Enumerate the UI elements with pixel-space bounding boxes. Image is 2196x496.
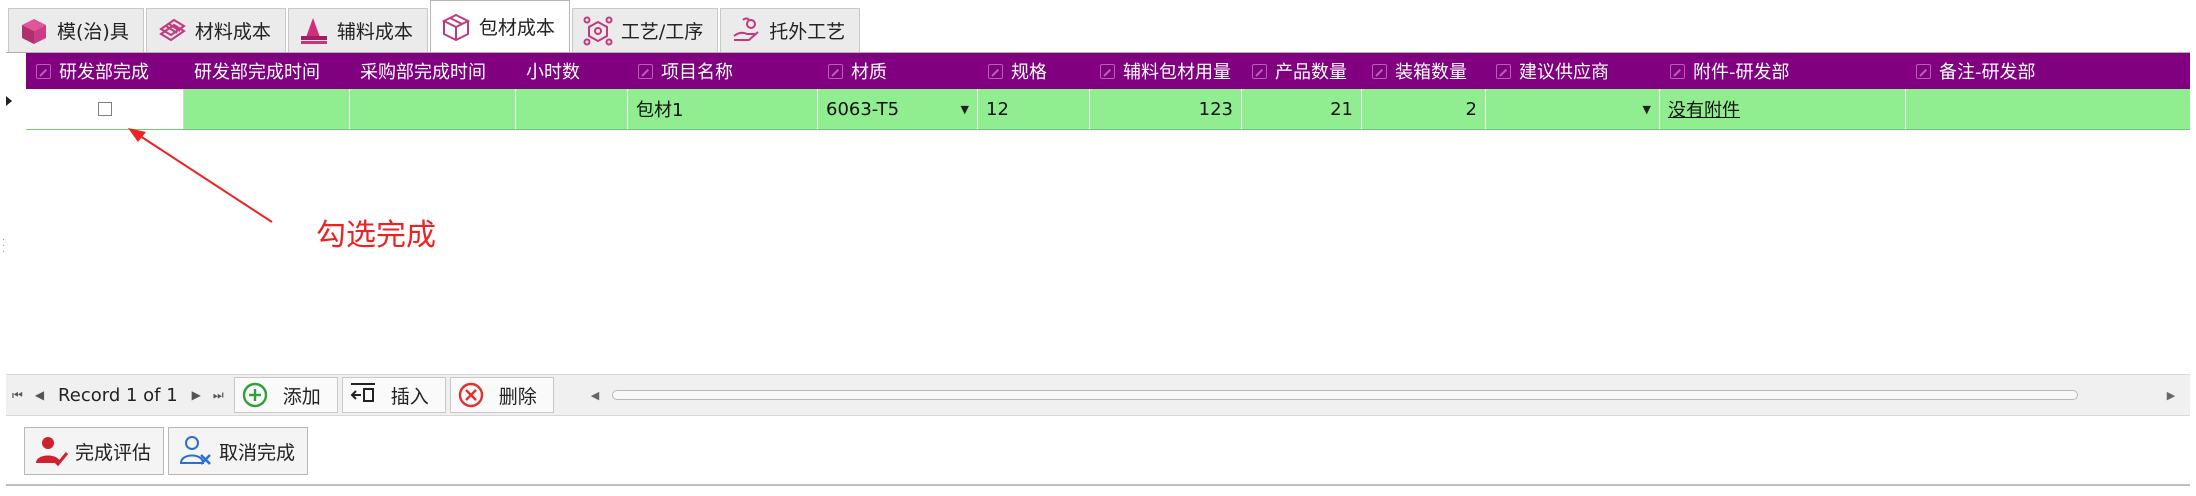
first-record-icon[interactable]: ⏮ <box>6 388 29 403</box>
col-attachment[interactable]: 附件-研发部 <box>1660 53 1906 89</box>
scroll-right-icon[interactable]: ▶ <box>2164 389 2178 402</box>
col-product-qty[interactable]: 产品数量 <box>1242 53 1362 89</box>
col-rd-done-time[interactable]: 研发部完成时间 <box>184 53 350 89</box>
cell-usage[interactable]: 123 <box>1090 89 1242 129</box>
col-material[interactable]: 材质 <box>818 53 978 89</box>
cell-product-qty[interactable]: 21 <box>1242 89 1362 129</box>
scroll-left-icon[interactable]: ◀ <box>588 389 602 402</box>
edit-icon <box>1100 63 1115 79</box>
plus-circle-icon <box>242 382 267 408</box>
cell-packing-qty[interactable]: 2 <box>1362 89 1486 129</box>
scroll-thumb[interactable] <box>612 390 2078 400</box>
edit-icon <box>1372 63 1387 79</box>
tab-label: 托外工艺 <box>769 21 846 43</box>
complete-evaluation-button[interactable]: 完成评估 <box>24 427 165 475</box>
col-rd-done[interactable]: 研发部完成 <box>26 53 184 89</box>
edit-icon <box>36 63 51 79</box>
edit-icon <box>638 63 653 79</box>
material-stack-icon <box>157 16 187 46</box>
cell-attachment[interactable]: 没有附件 <box>1660 89 1906 129</box>
tab-label: 包材成本 <box>478 17 555 39</box>
edit-icon <box>1496 63 1511 79</box>
edit-icon <box>1916 63 1931 79</box>
tab-label: 模(治)具 <box>57 21 129 43</box>
tab-strip: 模(治)具 材料成本 辅料成本 包材成本 工艺/工序 托外工艺 <box>8 0 862 52</box>
annotation-arrow-icon <box>128 128 273 223</box>
col-supplier[interactable]: 建议供应商 <box>1486 53 1660 89</box>
cell-purchase-done-time[interactable] <box>350 89 516 129</box>
insert-row-icon <box>350 383 375 402</box>
grid-header: 研发部完成 研发部完成时间 采购部完成时间 小时数 项目名称 材质 规格 辅料包… <box>26 53 2190 89</box>
last-record-icon[interactable]: ⏭ <box>207 388 230 403</box>
annotation-text: 勾选完成 <box>316 218 436 253</box>
edit-icon <box>1252 63 1267 79</box>
delete-button[interactable]: 删除 <box>449 377 554 413</box>
next-record-icon[interactable]: ▶ <box>186 388 207 402</box>
cell-supplier[interactable]: ▼ <box>1486 89 1660 129</box>
cell-item-name[interactable]: 包材1 <box>628 89 818 129</box>
tab-material-cost[interactable]: 材料成本 <box>145 8 286 52</box>
attachment-link[interactable]: 没有附件 <box>1668 96 1740 122</box>
rd-done-checkbox[interactable] <box>97 102 112 116</box>
add-button[interactable]: 添加 <box>233 377 338 413</box>
col-purchase-done-time[interactable]: 采购部完成时间 <box>350 53 516 89</box>
cancel-complete-button[interactable]: 取消完成 <box>168 427 309 475</box>
table-row[interactable]: 包材1 6063-T5 ▼ 12 123 21 2 ▼ 没有附件 <box>26 89 2190 130</box>
edit-icon <box>1670 63 1685 79</box>
edit-icon <box>988 63 1003 79</box>
cell-hours[interactable] <box>516 89 628 129</box>
dropdown-arrow-icon[interactable]: ▼ <box>1643 103 1651 116</box>
col-hours[interactable]: 小时数 <box>516 53 628 89</box>
record-counter: Record 1 of 1 <box>58 384 178 406</box>
tab-process[interactable]: 工艺/工序 <box>571 8 719 52</box>
tab-auxiliary-cost[interactable]: 辅料成本 <box>287 8 428 52</box>
cell-material[interactable]: 6063-T5 ▼ <box>818 89 978 129</box>
cell-spec[interactable]: 12 <box>978 89 1090 129</box>
insert-button[interactable]: 插入 <box>341 377 446 413</box>
tab-packaging-cost[interactable]: 包材成本 <box>429 0 570 52</box>
outsource-hand-icon <box>731 16 761 46</box>
tab-label: 工艺/工序 <box>620 21 704 43</box>
col-spec[interactable]: 规格 <box>978 53 1090 89</box>
current-row-indicator-icon <box>6 96 12 106</box>
user-cancel-icon <box>179 436 211 465</box>
scroll-track[interactable] <box>602 390 2164 400</box>
bottom-toolbar: 完成评估 取消完成 <box>6 416 2190 486</box>
user-check-icon <box>36 437 69 467</box>
process-flow-icon <box>583 16 613 46</box>
col-item-name[interactable]: 项目名称 <box>628 53 818 89</box>
col-usage[interactable]: 辅料包材用量 <box>1090 53 1242 89</box>
cell-remark[interactable] <box>1906 89 2190 129</box>
horizontal-scrollbar[interactable]: ◀ ▶ <box>588 387 2178 403</box>
splitter-grip-icon[interactable]: · · · <box>2 236 5 258</box>
tab-label: 辅料成本 <box>336 21 413 43</box>
auxiliary-material-icon <box>299 16 329 46</box>
tab-mold[interactable]: 模(治)具 <box>8 8 144 52</box>
delete-circle-icon <box>458 382 483 408</box>
cube-icon <box>19 16 49 46</box>
tab-label: 材料成本 <box>194 21 271 43</box>
col-remark[interactable]: 备注-研发部 <box>1906 53 2190 89</box>
prev-record-icon[interactable]: ◀ <box>29 388 50 402</box>
record-navigator: ⏮ ◀ Record 1 of 1 ▶ ⏭ 添加 插入 删除 ◀ ▶ <box>6 374 2190 416</box>
dropdown-arrow-icon[interactable]: ▼ <box>961 103 969 116</box>
edit-icon <box>828 63 843 79</box>
col-packing-qty[interactable]: 装箱数量 <box>1362 53 1486 89</box>
tab-outsource-process[interactable]: 托外工艺 <box>720 8 861 52</box>
package-box-icon <box>441 12 471 42</box>
